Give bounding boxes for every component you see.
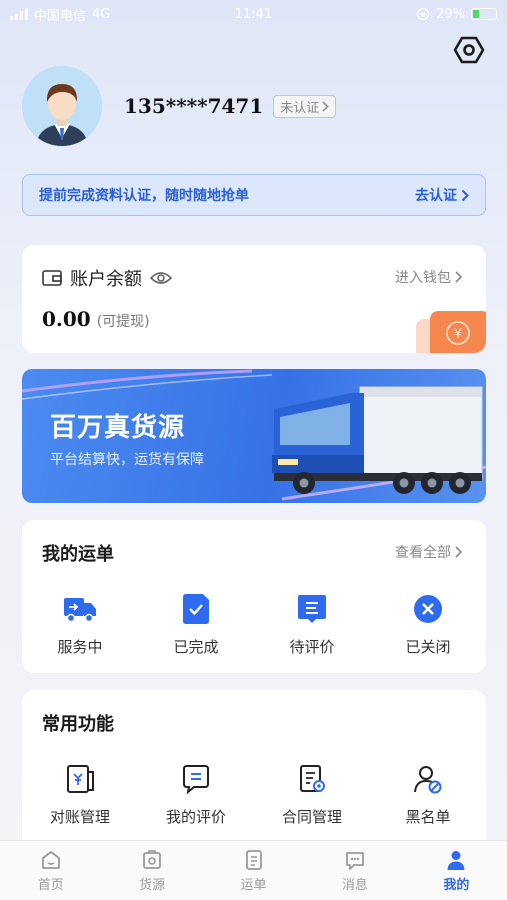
order-status-label: 已完成 xyxy=(173,638,219,656)
my-reviews-function[interactable]: 我的评价 xyxy=(138,762,254,827)
order-status-label: 服务中 xyxy=(57,638,103,656)
truck-illustration xyxy=(272,386,483,494)
review-doc-icon xyxy=(295,592,329,626)
balance-note: (可提现) xyxy=(96,314,150,330)
yen-coin-icon: ¥ xyxy=(416,311,486,353)
functions-title: 常用功能 xyxy=(42,714,114,735)
function-label: 合同管理 xyxy=(281,808,342,826)
home-icon xyxy=(41,850,60,869)
contract-icon xyxy=(295,762,329,796)
tab-cargo[interactable]: 货源 xyxy=(101,841,202,900)
eye-icon[interactable] xyxy=(150,271,172,285)
phone-number: 135****7471 xyxy=(124,94,264,118)
enter-wallet-label: 进入钱包 xyxy=(395,270,451,286)
signal-icon xyxy=(10,8,28,20)
settings-button[interactable] xyxy=(451,32,487,68)
battery-percent: 29% xyxy=(436,6,465,22)
truck-icon xyxy=(63,592,97,626)
view-all-orders-link[interactable]: 查看全部 xyxy=(395,542,462,562)
order-status-completed[interactable]: 已完成 xyxy=(138,592,254,657)
check-doc-icon xyxy=(179,592,213,626)
reconciliation-function[interactable]: 对账管理 xyxy=(22,762,138,827)
chat-icon xyxy=(179,762,213,796)
verification-notice[interactable]: 提前完成资料认证，随时随地抢单 去认证 xyxy=(22,174,486,216)
verify-status-label: 未认证 xyxy=(280,100,320,116)
profile-header: 135****7471 未认证 xyxy=(22,66,337,146)
tab-label: 我的 xyxy=(443,877,470,893)
lock-rotation-icon xyxy=(416,7,430,21)
tab-home[interactable]: 首页 xyxy=(0,841,101,900)
carrier-label: 中国电信 xyxy=(34,8,87,24)
function-label: 对账管理 xyxy=(49,808,110,826)
ledger-icon xyxy=(63,762,97,796)
wallet-icon xyxy=(42,270,62,286)
order-status-pending-review[interactable]: 待评价 xyxy=(254,592,370,657)
tab-label: 货源 xyxy=(139,877,166,893)
order-status-closed[interactable]: 已关闭 xyxy=(370,592,486,657)
notice-text: 提前完成资料认证，随时随地抢单 xyxy=(39,188,249,204)
profile-icon xyxy=(447,850,465,870)
network-label: 4G xyxy=(92,6,111,22)
banner-subtitle: 平台结算快，运货有保障 xyxy=(50,452,204,468)
close-circle-icon xyxy=(411,592,445,626)
chevron-right-icon xyxy=(322,100,329,112)
tab-label: 消息 xyxy=(341,877,368,893)
order-status-label: 待评价 xyxy=(289,638,335,656)
view-all-label: 查看全部 xyxy=(395,545,451,561)
cargo-icon xyxy=(143,849,162,869)
go-verify-link[interactable]: 去认证 xyxy=(415,185,469,205)
common-functions-card: 常用功能 对账管理 我的评价 合同管理 黑名单 xyxy=(22,690,486,850)
order-status-label: 已关闭 xyxy=(405,638,451,656)
status-time: 11:41 xyxy=(234,6,273,22)
function-label: 我的评价 xyxy=(165,808,226,826)
blacklist-function[interactable]: 黑名单 xyxy=(370,762,486,827)
chevron-right-icon xyxy=(461,189,469,201)
avatar[interactable] xyxy=(22,66,102,146)
function-label: 黑名单 xyxy=(405,808,451,826)
waybill-icon xyxy=(245,849,262,870)
tab-waybill[interactable]: 运单 xyxy=(203,841,304,900)
message-icon xyxy=(346,851,364,870)
go-verify-label: 去认证 xyxy=(415,188,457,204)
promo-banner[interactable]: 百万真货源 平台结算快，运货有保障 xyxy=(22,369,486,503)
balance-card: 账户余额 进入钱包 0.00 (可提现) ¥ xyxy=(22,245,486,353)
tab-label: 运单 xyxy=(240,877,267,893)
balance-amount: 0.00 xyxy=(42,307,91,331)
bottom-tab-bar: 首页 货源 运单 消息 我的 xyxy=(0,840,507,900)
battery-icon xyxy=(471,8,497,20)
orders-title: 我的运单 xyxy=(42,544,114,565)
gear-icon xyxy=(453,36,485,64)
balance-title: 账户余额 xyxy=(70,269,142,290)
tab-label: 首页 xyxy=(37,877,64,893)
tab-messages[interactable]: 消息 xyxy=(304,841,405,900)
contract-management-function[interactable]: 合同管理 xyxy=(254,762,370,827)
svg-text:¥: ¥ xyxy=(454,327,462,342)
chevron-right-icon xyxy=(455,546,462,558)
chevron-right-icon xyxy=(455,271,462,283)
verify-status-badge[interactable]: 未认证 xyxy=(273,94,337,118)
order-status-in-service[interactable]: 服务中 xyxy=(22,592,138,657)
status-bar: 中国电信 4G 11:41 29% xyxy=(0,0,507,28)
blacklist-user-icon xyxy=(411,762,445,796)
banner-title: 百万真货源 xyxy=(50,413,186,443)
tab-profile[interactable]: 我的 xyxy=(406,841,507,900)
my-orders-card: 我的运单 查看全部 服务中 已完成 待评价 已关闭 xyxy=(22,520,486,673)
enter-wallet-link[interactable]: 进入钱包 xyxy=(395,267,462,287)
